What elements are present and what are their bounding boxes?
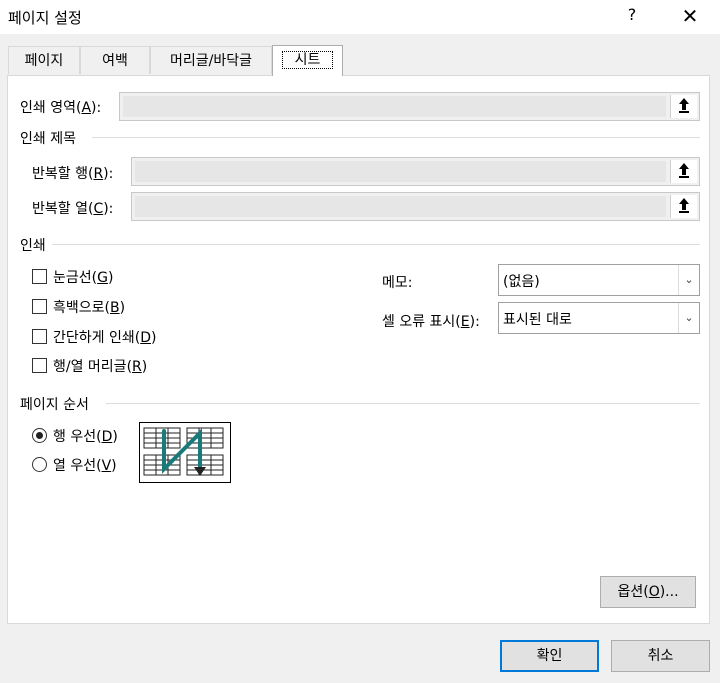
- repeat-rows-input[interactable]: [135, 161, 666, 182]
- black-white-label: 흑백으로(B): [53, 300, 126, 316]
- cell-errors-label: 셀 오류 표시(E):: [382, 314, 480, 330]
- cell-errors-select[interactable]: 표시된 대로 ⌄: [498, 302, 700, 334]
- draft-quality-checkbox[interactable]: [32, 329, 47, 344]
- window-title: 페이지 설정: [8, 9, 82, 27]
- help-button[interactable]: ?: [622, 5, 642, 24]
- collapse-arrow-icon: [679, 163, 689, 178]
- tab-header-footer[interactable]: 머리글/바닥글: [150, 46, 272, 74]
- down-then-over-radio[interactable]: [32, 428, 47, 443]
- comments-label: 메모:: [382, 275, 413, 291]
- collapse-arrow-icon: [679, 98, 689, 113]
- tab-margins[interactable]: 여백: [80, 46, 150, 74]
- repeat-cols-label: 반복할 열(C):: [32, 201, 114, 217]
- repeat-cols-field[interactable]: [131, 192, 700, 221]
- tab-label: 페이지: [24, 53, 64, 69]
- ok-button[interactable]: 확인: [500, 640, 599, 672]
- tab-page[interactable]: 페이지: [8, 46, 80, 74]
- chevron-down-icon: ⌄: [678, 303, 699, 333]
- black-white-checkbox[interactable]: [32, 299, 47, 314]
- down-then-over-label: 행 우선(D): [53, 429, 118, 445]
- print-titles-heading: 인쇄 제목: [20, 131, 76, 147]
- tab-label: 시트: [281, 51, 334, 69]
- tab-label: 머리글/바닥글: [170, 53, 252, 69]
- options-button[interactable]: 옵션(O)...: [600, 576, 696, 608]
- tab-label: 여백: [102, 53, 128, 69]
- divider: [52, 244, 700, 245]
- draft-quality-label: 간단하게 인쇄(D): [53, 330, 157, 346]
- over-then-down-label: 열 우선(V): [53, 458, 117, 474]
- tab-sheet[interactable]: 시트: [272, 45, 343, 76]
- page-order-heading: 페이지 순서: [20, 397, 89, 413]
- cell-errors-value: 표시된 대로: [503, 312, 572, 328]
- over-then-down-radio[interactable]: [32, 457, 47, 472]
- print-heading: 인쇄: [20, 238, 46, 254]
- collapse-dialog-button[interactable]: [670, 95, 697, 118]
- repeat-rows-field[interactable]: [131, 157, 700, 186]
- repeat-rows-label: 반복할 행(R):: [32, 166, 114, 182]
- row-col-headings-label: 행/열 머리글(R): [53, 359, 148, 375]
- gridlines-label: 눈금선(G): [53, 270, 114, 286]
- collapse-arrow-icon: [679, 198, 689, 213]
- close-button[interactable]: ✕: [673, 2, 707, 30]
- comments-select[interactable]: (없음) ⌄: [498, 264, 700, 296]
- cancel-button[interactable]: 취소: [611, 640, 710, 672]
- gridlines-checkbox[interactable]: [32, 269, 47, 284]
- page-order-preview: [139, 422, 231, 483]
- page-order-diagram-icon: [143, 427, 224, 476]
- divider: [92, 137, 700, 138]
- row-col-headings-checkbox[interactable]: [32, 358, 47, 373]
- title-bar: 페이지 설정 ? ✕: [0, 0, 720, 34]
- repeat-cols-input[interactable]: [135, 196, 666, 217]
- collapse-dialog-button[interactable]: [670, 195, 697, 218]
- chevron-down-icon: ⌄: [678, 265, 699, 295]
- print-area-field[interactable]: [119, 92, 700, 121]
- comments-value: (없음): [503, 274, 540, 290]
- print-area-input[interactable]: [123, 96, 666, 117]
- collapse-dialog-button[interactable]: [670, 160, 697, 183]
- print-area-label: 인쇄 영역(A):: [20, 100, 102, 116]
- divider: [106, 403, 700, 404]
